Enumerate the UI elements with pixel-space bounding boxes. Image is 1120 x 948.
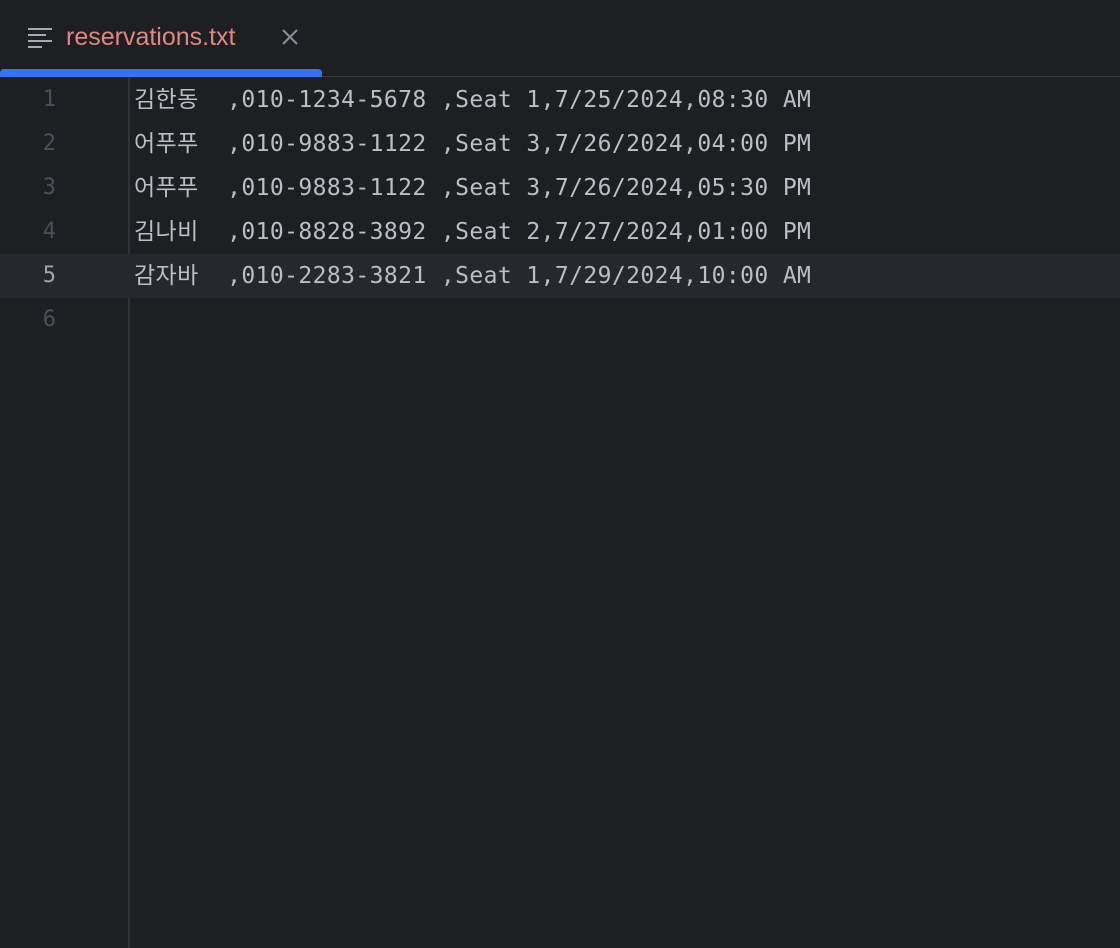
line-number: 5 (42, 263, 56, 288)
line-text: 어푸푸 ,010-9883-1122 ,Seat 3,7/26/2024,05:… (134, 175, 812, 201)
editor-line-1[interactable]: 1 김한동 ,010-1234-5678 ,Seat 1,7/25/2024,0… (0, 78, 1120, 122)
text-editor[interactable]: 1 김한동 ,010-1234-5678 ,Seat 1,7/25/2024,0… (0, 78, 1120, 948)
line-text: 어푸푸 ,010-9883-1122 ,Seat 3,7/26/2024,04:… (134, 131, 812, 157)
editor-line-4[interactable]: 4 김나비 ,010-8828-3892 ,Seat 2,7/27/2024,0… (0, 210, 1120, 254)
tab-label: reservations.txt (66, 23, 236, 51)
line-text: 김나비 ,010-8828-3892 ,Seat 2,7/27/2024,01:… (134, 219, 812, 245)
editor-window: reservations.txt 1 김한동 ,010-1234-5678 ,S… (0, 0, 1120, 948)
line-number: 1 (42, 87, 56, 112)
line-text: 김한동 ,010-1234-5678 ,Seat 1,7/25/2024,08:… (134, 87, 812, 113)
tab-reservations-txt[interactable]: reservations.txt (0, 0, 322, 77)
line-number: 2 (42, 131, 56, 156)
active-tab-indicator (0, 69, 322, 77)
editor-line-5-current[interactable]: 5 감자바 ,010-2283-3821 ,Seat 1,7/29/2024,1… (0, 254, 1120, 298)
line-number: 6 (42, 307, 56, 332)
line-number: 4 (42, 219, 56, 244)
close-icon[interactable] (279, 26, 301, 48)
editor-line-6[interactable]: 6 (0, 298, 1120, 342)
tab-bar: reservations.txt (0, 0, 1120, 77)
line-text: 감자바 ,010-2283-3821 ,Seat 1,7/29/2024,10:… (134, 263, 812, 289)
editor-line-3[interactable]: 3 어푸푸 ,010-9883-1122 ,Seat 3,7/26/2024,0… (0, 166, 1120, 210)
text-file-lines-icon (27, 26, 53, 48)
editor-line-2[interactable]: 2 어푸푸 ,010-9883-1122 ,Seat 3,7/26/2024,0… (0, 122, 1120, 166)
line-number: 3 (42, 175, 56, 200)
